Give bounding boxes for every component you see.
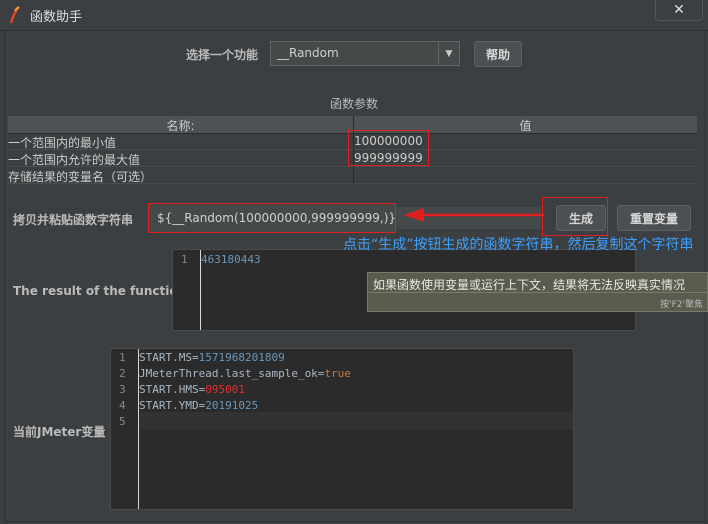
line-number: 4: [119, 399, 126, 412]
code-line: START.YMD=20191025: [139, 399, 258, 412]
var-key: START.HMS=: [139, 383, 206, 396]
tooltip-text: 如果函数使用变量或运行上下文，结果将无法反映真实情况: [373, 278, 686, 292]
var-value: 20191025: [205, 399, 259, 412]
instruction-annotation: 点击“生成”按钮生成的函数字符串，然后复制这个字符串: [343, 237, 694, 253]
column-header-name[interactable]: 名称:: [8, 117, 353, 134]
line-number: 5: [119, 415, 126, 428]
line-number: 1: [119, 351, 126, 364]
var-value: 1571968201809: [198, 351, 285, 364]
code-line: START.MS=1571968201809: [139, 351, 285, 364]
tooltip-divider: [368, 292, 707, 293]
function-combobox-value: __Random: [277, 46, 339, 60]
help-button[interactable]: 帮助: [474, 41, 522, 67]
jmeter-vars-editor[interactable]: 1 START.MS=1571968201809 2 JMeterThread.…: [110, 348, 574, 510]
chevron-down-icon[interactable]: ▼: [438, 42, 459, 65]
function-string-label: 拷贝并粘贴函数字符串: [13, 213, 134, 227]
title-bar: 函数助手 ✕: [0, 0, 708, 31]
close-icon: ✕: [673, 2, 685, 18]
generate-button[interactable]: 生成: [556, 205, 606, 231]
var-key: START.MS=: [139, 351, 199, 364]
value-highlight-box: [348, 130, 429, 166]
code-line: JMeterThread.last_sample_ok=true: [139, 367, 351, 380]
param-name-cell: 一个范围内允许的最大值: [8, 153, 141, 167]
function-string-value: ${__Random(100000000,999999999,)}: [157, 211, 397, 225]
line-number: 3: [119, 383, 126, 396]
var-value: true: [324, 367, 351, 380]
var-key: JMeterThread.last_sample_ok=: [139, 367, 325, 380]
reset-variables-button[interactable]: 重置变量: [617, 205, 691, 231]
var-value: 095001: [205, 383, 245, 396]
close-button[interactable]: ✕: [655, 0, 703, 21]
tooltip: 如果函数使用变量或运行上下文，结果将无法反映真实情况 按'F2'聚焦: [367, 272, 708, 312]
line-number: 1: [181, 253, 188, 266]
line-number: 2: [119, 367, 126, 380]
feather-icon: [9, 6, 20, 24]
function-combobox[interactable]: __Random ▼: [270, 41, 460, 66]
param-name-cell: 一个范围内的最小值: [8, 136, 117, 150]
code-line: START.HMS=095001: [139, 383, 245, 396]
var-key: START.YMD=: [139, 399, 206, 412]
function-string-field[interactable]: ${__Random(100000000,999999999,)}: [148, 203, 396, 233]
param-name-cell: 存储结果的变量名（可选）: [8, 170, 153, 184]
jmeter-vars-label: 当前JMeter变量: [13, 425, 106, 439]
tooltip-hint: 按'F2'聚焦: [660, 300, 703, 310]
result-value: 463180443: [201, 253, 261, 266]
current-line-highlight: [140, 412, 573, 430]
arrow-annotation: [404, 208, 544, 222]
function-select-label: 选择一个功能: [186, 48, 259, 62]
params-section-title: 函数参数: [329, 97, 378, 111]
window-title: 函数助手: [30, 10, 83, 25]
